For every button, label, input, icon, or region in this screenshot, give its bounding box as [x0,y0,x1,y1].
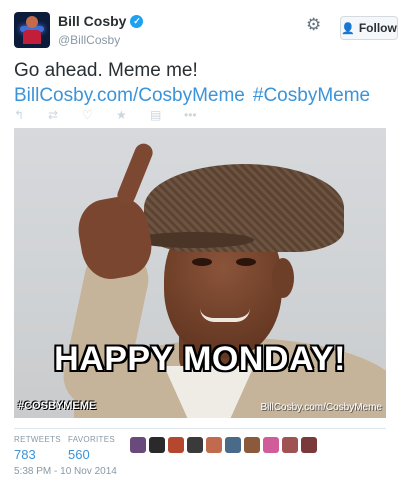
tweet-hashtag[interactable]: #CosbyMeme [253,85,370,106]
meme-hashtag: #COSBYMEME [18,400,97,412]
more-icon[interactable]: ••• [184,107,218,123]
tweet-message: Go ahead. Meme me! [14,60,198,81]
tweet-media-image[interactable]: HAPPY MONDAY! #COSBYMEME BillCosby.com/C… [14,128,386,418]
follow-button[interactable]: 👤 Follow [340,16,398,40]
favoriter-avatars [130,437,317,453]
favorite-heart-icon[interactable]: ♡ [82,107,116,123]
favoriter-avatar[interactable] [130,437,146,453]
photo-cap-brim [134,232,254,248]
avatar[interactable] [14,12,50,48]
favorites-label: FAVORITES [68,435,116,444]
verified-badge-icon: ✓ [130,14,144,28]
favoriter-avatar[interactable] [244,437,260,453]
tweet-link[interactable]: BillCosby.com/CosbyMeme [14,85,245,106]
favoriter-avatar[interactable] [225,437,241,453]
favoriter-avatar[interactable] [168,437,184,453]
tweet-actions: ↰ ⇄ ♡ ★ ▤ ••• [14,107,218,123]
tweet-stats: RETWEETS 783 FAVORITES 560 [14,428,386,462]
favoriter-avatar[interactable] [187,437,203,453]
author-names: Bill Cosby ✓ @BillCosby [58,13,144,47]
photo-smile [200,308,250,322]
add-user-icon: 👤 [341,22,355,35]
photo-eye-right [236,258,256,266]
tweet-timestamp[interactable]: 5:38 PM - 10 Nov 2014 [14,466,117,477]
tweet-header: Bill Cosby ✓ @BillCosby ⚙ 👤 Follow [14,12,398,50]
meme-url: BillCosby.com/CosbyMeme [260,402,382,413]
favoriter-avatar[interactable] [263,437,279,453]
tweet-text: Go ahead. Meme me! BillCosby.com/CosbyMe… [14,58,386,108]
retweets-label: RETWEETS [14,435,61,444]
media-icon[interactable]: ▤ [150,107,184,123]
display-name[interactable]: Bill Cosby ✓ [58,13,144,29]
favorites-stat[interactable]: FAVORITES 560 [68,435,115,462]
user-handle[interactable]: @BillCosby [58,33,143,47]
photo-ear [272,258,294,298]
favorites-count[interactable]: 560 [68,447,115,462]
favoriter-avatar[interactable] [149,437,165,453]
retweets-count[interactable]: 783 [14,447,61,462]
favoriter-avatar[interactable] [282,437,298,453]
favoriter-avatar[interactable] [301,437,317,453]
gear-icon[interactable]: ⚙ [306,16,321,33]
follow-label: Follow [358,21,397,35]
photo-eye-left [192,258,212,266]
star-icon[interactable]: ★ [116,107,150,123]
meme-caption: HAPPY MONDAY! [54,340,346,378]
favoriter-avatar[interactable] [206,437,222,453]
retweet-icon[interactable]: ⇄ [48,107,82,123]
display-name-text[interactable]: Bill Cosby [58,13,126,29]
retweets-stat[interactable]: RETWEETS 783 [14,435,61,462]
reply-icon[interactable]: ↰ [14,107,48,123]
